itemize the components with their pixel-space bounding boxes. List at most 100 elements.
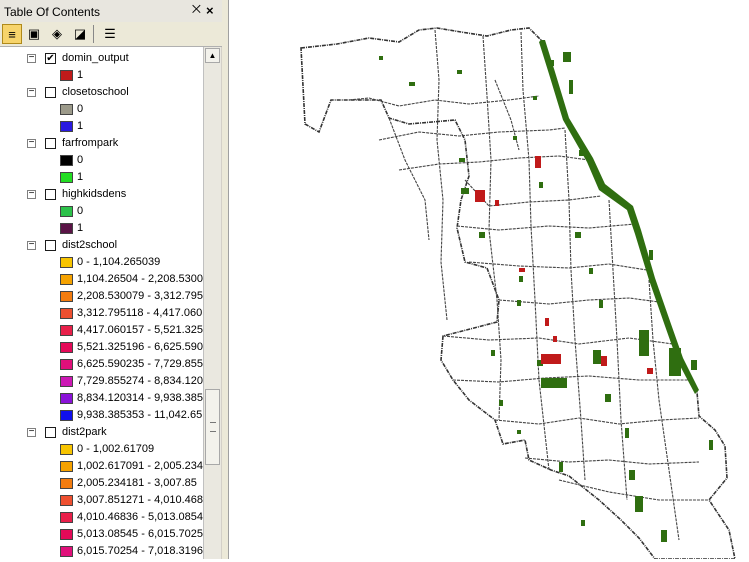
legend-class-row: 1,104.26504 - 2,208.5300 (0, 272, 203, 288)
class-label: 6,015.70254 - 7,018.3196 (77, 545, 203, 557)
layer-name: dist2school (62, 239, 118, 251)
layer-closetoschool[interactable]: − closetoschool (0, 85, 203, 101)
color-swatch[interactable] (60, 274, 73, 285)
class-label: 3,312.795118 - 4,417.060 (77, 307, 203, 319)
legend-class-row: 4,417.060157 - 5,521.325 (0, 323, 203, 339)
color-swatch[interactable] (60, 155, 73, 166)
layer-name: highkidsdens (62, 188, 127, 200)
legend-class-row: 0 - 1,104.265039 (0, 255, 203, 271)
collapse-icon[interactable]: − (27, 87, 36, 97)
toc-title: Table Of Contents (4, 5, 101, 19)
layer-visibility-checkbox[interactable]: ✔ (45, 53, 56, 64)
layer-visibility-checkbox[interactable] (45, 138, 56, 149)
legend-class-row: 6,625.590235 - 7,729.855 (0, 357, 203, 373)
legend-class-row: 5,521.325196 - 6,625.590 (0, 340, 203, 356)
color-swatch[interactable] (60, 172, 73, 183)
class-label: 1,104.26504 - 2,208.5300 (77, 273, 203, 285)
color-swatch[interactable] (60, 444, 73, 455)
class-label: 0 - 1,104.265039 (77, 256, 161, 268)
toc-title-bar: Table Of Contents ⨉ × (0, 0, 222, 23)
class-label: 0 - 1,002.61709 (77, 443, 155, 455)
collapse-icon[interactable]: − (27, 240, 36, 250)
legend-class-row: 3,007.851271 - 4,010.468 (0, 493, 203, 509)
scroll-thumb[interactable] (205, 389, 220, 465)
list-by-visibility-button[interactable]: ◈ (47, 24, 67, 44)
list-by-source-button[interactable]: ▣ (24, 24, 44, 44)
list-by-selection-button[interactable]: ◪ (70, 24, 90, 44)
legend-class-row: 2,208.530079 - 3,312.795 (0, 289, 203, 305)
layer-farfrompark[interactable]: − farfrompark (0, 136, 203, 152)
options-button[interactable]: ☰ (100, 24, 120, 44)
class-label: 0 (77, 103, 84, 115)
color-swatch[interactable] (60, 342, 73, 353)
layer-visibility-checkbox[interactable] (45, 427, 56, 438)
color-swatch[interactable] (60, 70, 73, 81)
color-swatch[interactable] (60, 257, 73, 268)
lakefront-parks (539, 40, 699, 394)
layer-name: domin_output (62, 52, 129, 64)
color-swatch[interactable] (60, 376, 73, 387)
class-label: 4,010.46836 - 5,013.0854 (77, 511, 203, 523)
scroll-up-icon[interactable]: ▲ (205, 48, 220, 63)
class-label: 1,002.617091 - 2,005.234 (77, 460, 203, 472)
color-swatch[interactable] (60, 393, 73, 404)
class-label: 5,521.325196 - 6,625.590 (77, 341, 203, 353)
layer-highkidsdens[interactable]: − highkidsdens (0, 187, 203, 203)
class-label: 1 (77, 120, 84, 132)
color-swatch[interactable] (60, 121, 73, 132)
color-swatch[interactable] (60, 461, 73, 472)
color-swatch[interactable] (60, 359, 73, 370)
pin-icon[interactable]: ⨉ (192, 4, 201, 17)
legend-class-row: 5,013.08545 - 6,015.7025 (0, 527, 203, 543)
layer-legend: − ✔ domin_output 1− closetoschool 0 1− farfromp… (0, 47, 203, 559)
color-swatch[interactable] (60, 206, 73, 217)
color-swatch[interactable] (60, 495, 73, 506)
panel-splitter[interactable] (222, 0, 229, 559)
close-icon[interactable]: × (206, 3, 214, 18)
grip-icon (210, 422, 216, 432)
legend-class-row: 2,005.234181 - 3,007.85 (0, 476, 203, 492)
class-label: 1 (77, 69, 84, 81)
map-view[interactable] (229, 0, 749, 560)
layer-domin_output[interactable]: − ✔ domin_output (0, 51, 203, 67)
collapse-icon[interactable]: − (27, 138, 36, 148)
legend-class-row: 4,010.46836 - 5,013.0854 (0, 510, 203, 526)
legend-class-row: 9,938.385353 - 11,042.65 (0, 408, 203, 424)
color-swatch[interactable] (60, 308, 73, 319)
color-swatch[interactable] (60, 410, 73, 421)
legend-class-row: 0 (0, 153, 203, 169)
legend-class-row: 0 - 1,002.61709 (0, 442, 203, 458)
color-swatch[interactable] (60, 223, 73, 234)
collapse-icon[interactable]: − (27, 189, 36, 199)
layer-dist2school[interactable]: − dist2school (0, 238, 203, 254)
layer-visibility-checkbox[interactable] (45, 189, 56, 200)
legend-class-row: 1 (0, 68, 203, 84)
layer-visibility-checkbox[interactable] (45, 240, 56, 251)
color-swatch[interactable] (60, 325, 73, 336)
table-of-contents-panel: Table Of Contents ⨉ × ≡ ▣ ◈ ◪ ☰ − ✔ domin_outp… (0, 0, 223, 559)
list-by-drawing-order-button[interactable]: ≡ (2, 24, 22, 44)
chicago-map[interactable] (229, 0, 749, 560)
legend-scrollbar[interactable]: ▲ (203, 47, 221, 559)
class-label: 7,729.855274 - 8,834.120 (77, 375, 203, 387)
class-label: 0 (77, 205, 84, 217)
color-swatch[interactable] (60, 478, 73, 489)
color-swatch[interactable] (60, 104, 73, 115)
layer-name: farfrompark (62, 137, 119, 149)
color-swatch[interactable] (60, 291, 73, 302)
layer-name: dist2park (62, 426, 107, 438)
legend-class-row: 7,729.855274 - 8,834.120 (0, 374, 203, 390)
class-label: 1 (77, 222, 84, 234)
layer-visibility-checkbox[interactable] (45, 87, 56, 98)
class-label: 2,208.530079 - 3,312.795 (77, 290, 203, 302)
color-swatch[interactable] (60, 546, 73, 557)
class-label: 9,938.385353 - 11,042.65 (77, 409, 203, 421)
color-swatch[interactable] (60, 512, 73, 523)
legend-class-row: 8,834.120314 - 9,938.385 (0, 391, 203, 407)
collapse-icon[interactable]: − (27, 427, 36, 437)
color-swatch[interactable] (60, 529, 73, 540)
collapse-icon[interactable]: − (27, 53, 36, 63)
layer-dist2park[interactable]: − dist2park (0, 425, 203, 441)
class-label: 4,417.060157 - 5,521.325 (77, 324, 203, 336)
legend-class-row: 1 (0, 119, 203, 135)
